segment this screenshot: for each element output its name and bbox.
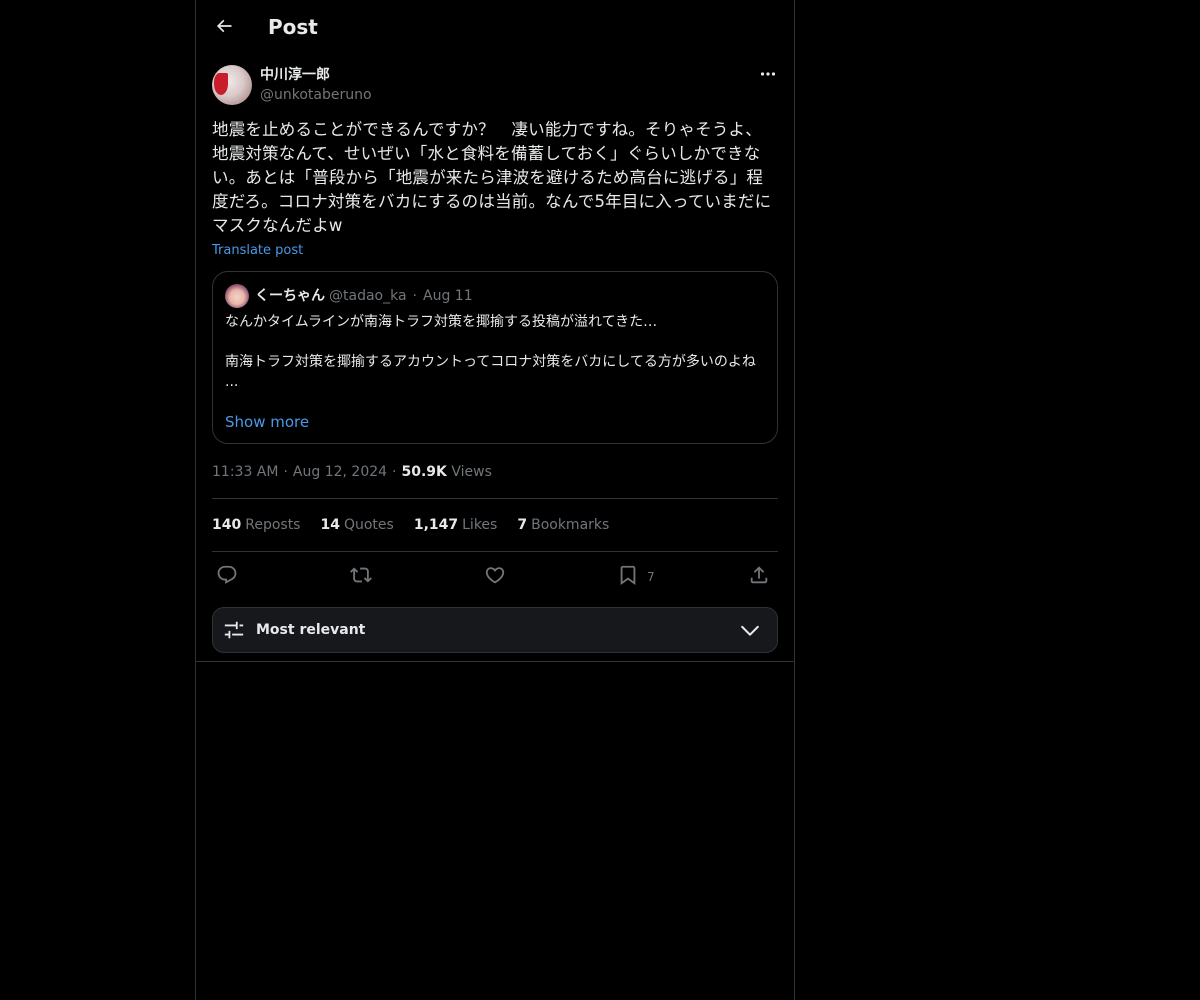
share-button[interactable] — [748, 562, 770, 588]
post-author: 中川淳一郎 @unkotaberuno — [212, 64, 778, 106]
chevron-down-icon — [739, 620, 761, 642]
avatar[interactable] — [212, 65, 252, 105]
action-bar: 7 — [212, 562, 778, 588]
quote-author-name: くーちゃん — [255, 288, 325, 304]
translate-post-link[interactable]: Translate post — [212, 242, 303, 260]
divider — [212, 551, 778, 552]
quote-avatar — [225, 284, 249, 308]
post-text: 地震を止めることができるんですか？ 凄い能力ですね。そりゃそうよ、地震対策なんて… — [212, 120, 772, 235]
post-time[interactable]: 11:33 AM — [212, 464, 278, 480]
page-title: Post — [268, 15, 318, 39]
more-options-button[interactable] — [758, 64, 778, 84]
quote-text: なんかタイムラインが南海トラフ対策を揶揄する投稿が溢れてきた… 南海トラフ対策を… — [225, 314, 756, 390]
views-label: Views — [451, 464, 492, 480]
like-icon — [484, 564, 506, 586]
quotes-stat[interactable]: 14 Quotes — [320, 515, 393, 535]
views-count: 50.9K — [401, 464, 447, 480]
author-name[interactable]: 中川淳一郎 — [260, 66, 330, 84]
quotes-count: 14 — [320, 517, 340, 533]
bookmarks-count: 7 — [517, 517, 528, 533]
repost-button[interactable] — [350, 562, 372, 588]
quotes-label: Quotes — [343, 517, 394, 533]
section-divider — [196, 661, 794, 662]
show-more-link[interactable]: Show more — [225, 412, 309, 432]
post-meta: 11:33 AM · Aug 12, 2024 · 50.9K Views — [212, 464, 492, 480]
bookmark-button[interactable]: 7 — [617, 562, 655, 588]
reposts-label: Reposts — [245, 517, 301, 533]
quote-author-handle: @tadao_ka — [329, 288, 407, 304]
bookmarks-label: Bookmarks — [531, 517, 610, 533]
likes-label: Likes — [462, 517, 498, 533]
quoted-post[interactable]: くーちゃん @tadao_ka · Aug 11 なんかタイムラインが南海トラフ… — [212, 271, 778, 444]
back-button[interactable] — [206, 8, 242, 44]
more-icon — [760, 71, 776, 77]
reply-icon — [216, 564, 238, 586]
bookmarks-stat[interactable]: 7 Bookmarks — [517, 515, 609, 535]
reposts-count: 140 — [212, 517, 242, 533]
quoted-post-header: くーちゃん @tadao_ka · Aug 11 — [225, 284, 473, 308]
engagement-stats: 140 Reposts 14 Quotes 1,147 Likes 7 Bookmark… — [212, 515, 629, 535]
bookmark-icon — [617, 564, 639, 586]
header: Post — [196, 0, 794, 53]
bookmark-count: 7 — [647, 570, 655, 584]
quote-separator: · — [412, 288, 417, 304]
author-handle[interactable]: @unkotaberuno — [260, 86, 372, 104]
reposts-stat[interactable]: 140 Reposts — [212, 515, 300, 535]
post-date[interactable]: Aug 12, 2024 — [293, 464, 387, 480]
like-button[interactable] — [484, 562, 506, 588]
divider — [212, 498, 778, 499]
filter-sliders-icon — [223, 619, 245, 641]
main-column: Post 中川淳一郎 @unkotaberuno 地震を止めることができるんです… — [195, 0, 795, 1000]
sort-label: Most relevant — [256, 622, 366, 638]
likes-count: 1,147 — [413, 517, 459, 533]
quote-date: Aug 11 — [423, 288, 473, 304]
reply-button[interactable] — [216, 562, 238, 588]
share-icon — [748, 564, 770, 586]
likes-stat[interactable]: 1,147 Likes — [414, 515, 498, 535]
sort-replies-dropdown[interactable]: Most relevant — [212, 607, 778, 653]
repost-icon — [350, 564, 372, 586]
back-arrow-icon — [214, 16, 234, 36]
